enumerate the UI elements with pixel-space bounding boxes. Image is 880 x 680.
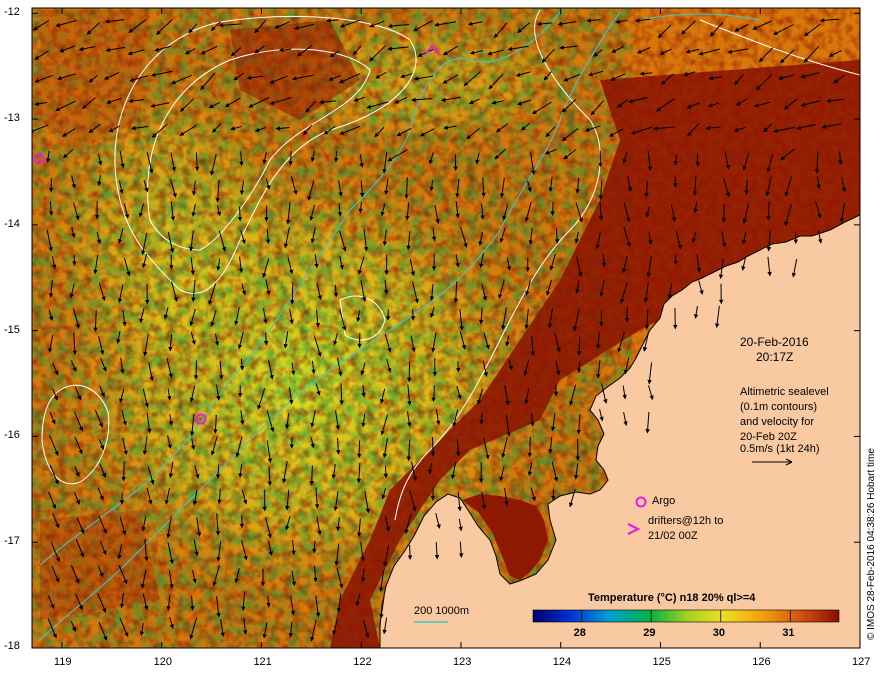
- colorbar-tick-label: 30: [712, 627, 726, 639]
- altimetry-line-3: and velocity for: [740, 416, 814, 428]
- bathy-legend-label: 200 1000m: [414, 605, 470, 617]
- y-tick-label: -12: [4, 6, 20, 19]
- y-tick-label: -14: [4, 217, 20, 230]
- colorbar-tick-label: 29: [643, 627, 656, 639]
- altimetry-line-2: (0.1m contours): [740, 401, 818, 413]
- colorbar-title: Temperature (°C) n18 20% ql>=4: [588, 592, 756, 604]
- y-tick-label: -17: [4, 535, 20, 548]
- x-tick-label: 127: [852, 656, 871, 668]
- altimetry-line-5: 0.5m/s (1kt 24h): [740, 443, 820, 455]
- drifters-legend-line-1: drifters@12h to: [648, 515, 724, 527]
- credit-text: © IMOS 28-Feb-2016 04:38:26 Hobart time: [866, 448, 877, 640]
- y-tick-label: -16: [4, 429, 20, 442]
- x-tick-label: 120: [153, 656, 173, 668]
- x-tick-label: 123: [452, 656, 472, 668]
- altimetry-line-1: Altimetric sealevel: [740, 386, 829, 398]
- altimetry-line-4: 20-Feb 20Z: [740, 431, 797, 443]
- x-tick-label: 126: [752, 656, 771, 668]
- y-tick-label: -13: [4, 112, 20, 125]
- date-label: 20-Feb-2016: [740, 335, 809, 349]
- y-tick-label: -18: [4, 640, 20, 652]
- x-tick-label: 125: [652, 656, 671, 668]
- x-tick-label: 124: [552, 656, 572, 668]
- drifters-legend-line-2: 21/02 00Z: [648, 530, 698, 542]
- colorbar: [532, 609, 840, 623]
- time-label: 20:17Z: [756, 350, 794, 364]
- x-tick-label: 121: [253, 656, 272, 668]
- colorbar-tick-label: 31: [782, 627, 795, 639]
- x-tick-label: 119: [53, 656, 72, 668]
- y-tick-label: -15: [4, 323, 20, 336]
- colorbar-tick-label: 28: [573, 627, 586, 639]
- x-tick-label: 122: [353, 656, 372, 668]
- argo-legend-label: Argo: [652, 495, 676, 507]
